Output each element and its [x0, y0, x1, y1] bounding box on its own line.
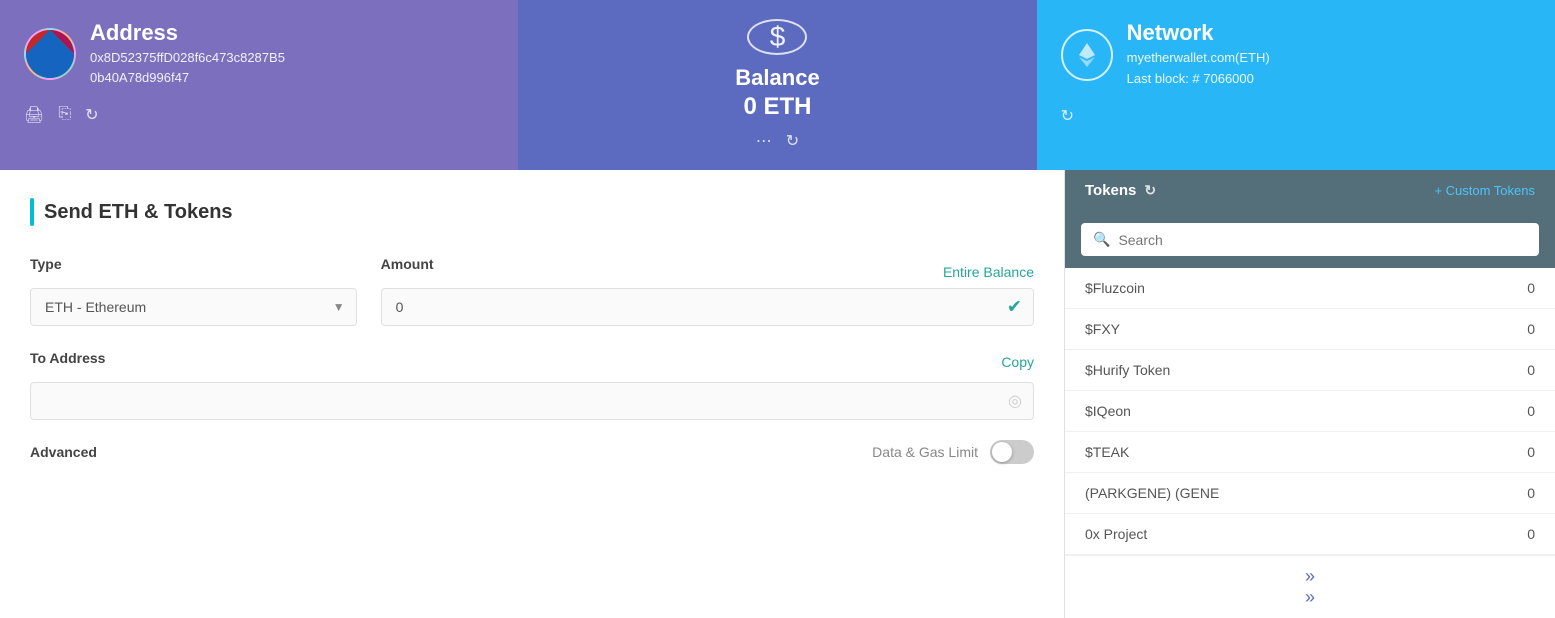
token-name: $Hurify Token — [1085, 362, 1170, 378]
more-icon[interactable]: ⋯ — [756, 131, 772, 151]
check-icon: ✔ — [1007, 297, 1022, 318]
avatar — [24, 28, 76, 80]
refresh-balance-icon[interactable]: ↻ — [786, 131, 799, 151]
token-row[interactable]: $Hurify Token 0 — [1065, 350, 1555, 391]
amount-wrapper: ✔ — [381, 288, 1034, 326]
token-name: 0x Project — [1085, 526, 1147, 542]
send-panel: Send ETH & Tokens Type Amount Entire Bal… — [0, 170, 1065, 618]
token-name: $IQeon — [1085, 403, 1131, 419]
token-row[interactable]: $FXY 0 — [1065, 309, 1555, 350]
type-label: Type — [30, 256, 357, 272]
refresh-icon[interactable]: ↻ — [85, 105, 98, 125]
tokens-title: Tokens ↻ — [1085, 182, 1156, 199]
token-name: (PARKGENE) (GENE — [1085, 485, 1219, 501]
address-text: 0x8D52375ffD028f6c473c8287B5 0b40A78d996… — [90, 48, 285, 87]
search-box: 🔍 — [1081, 223, 1539, 256]
token-row[interactable]: $Fluzcoin 0 — [1065, 268, 1555, 309]
token-name: $Fluzcoin — [1085, 280, 1145, 296]
gas-limit-toggle[interactable] — [990, 440, 1034, 464]
address-card: Address 0x8D52375ffD028f6c473c8287B5 0b4… — [0, 0, 518, 170]
tokens-panel: Tokens ↻ + Custom Tokens 🔍 $Fluzcoin 0 $… — [1065, 170, 1555, 618]
to-address-label: To Address — [30, 350, 105, 366]
network-card: Network myetherwallet.com(ETH) Last bloc… — [1037, 0, 1555, 170]
token-row[interactable]: $TEAK 0 — [1065, 432, 1555, 473]
custom-tokens-link[interactable]: + Custom Tokens — [1434, 183, 1535, 198]
entire-balance-link[interactable]: Entire Balance — [434, 262, 1034, 280]
token-amount: 0 — [1527, 403, 1535, 419]
refresh-tokens-icon[interactable]: ↻ — [1144, 182, 1156, 199]
copy-icon[interactable]: ⎘ — [58, 105, 71, 125]
to-address-wrapper: ◎ — [30, 382, 1034, 420]
advanced-label: Advanced — [30, 444, 97, 460]
chevron-down-icon[interactable]: »» — [1305, 566, 1315, 608]
type-select[interactable]: ETH - Ethereum — [30, 288, 357, 326]
amount-input[interactable] — [381, 288, 1034, 326]
token-amount: 0 — [1527, 444, 1535, 460]
copy-link[interactable]: Copy — [1001, 354, 1034, 370]
print-icon[interactable]: 🖨 — [24, 105, 44, 125]
address-title: Address — [90, 20, 285, 46]
search-input[interactable] — [1118, 232, 1527, 248]
token-amount: 0 — [1527, 526, 1535, 542]
network-info: myetherwallet.com(ETH) Last block: # 706… — [1127, 48, 1270, 90]
to-address-input[interactable] — [30, 382, 1034, 420]
token-row[interactable]: 0x Project 0 — [1065, 514, 1555, 555]
search-wrapper: 🔍 — [1065, 211, 1555, 268]
token-name: $FXY — [1085, 321, 1120, 337]
accent-bar — [30, 198, 34, 226]
section-title: Send ETH & Tokens — [44, 201, 233, 224]
token-amount: 0 — [1527, 485, 1535, 501]
token-row[interactable]: $IQeon 0 — [1065, 391, 1555, 432]
token-name: $TEAK — [1085, 444, 1129, 460]
token-amount: 0 — [1527, 321, 1535, 337]
ethereum-logo — [1061, 29, 1113, 81]
network-title: Network — [1127, 20, 1270, 46]
tokens-footer: »» — [1065, 555, 1555, 618]
balance-title: Balance — [735, 65, 819, 91]
gas-limit-label: Data & Gas Limit — [872, 444, 978, 460]
type-select-wrapper: ETH - Ethereum ▼ — [30, 288, 357, 326]
token-amount: 0 — [1527, 280, 1535, 296]
token-row[interactable]: (PARKGENE) (GENE 0 — [1065, 473, 1555, 514]
tokens-header: Tokens ↻ + Custom Tokens — [1065, 170, 1555, 211]
amount-label: Amount — [381, 256, 434, 272]
token-amount: 0 — [1527, 362, 1535, 378]
balance-card: $ Balance 0 ETH ⋯ ↻ — [518, 0, 1036, 170]
balance-amount: 0 ETH — [743, 93, 811, 121]
balance-icon: $ — [747, 19, 807, 55]
tokens-list: $Fluzcoin 0 $FXY 0 $Hurify Token 0 $IQeo… — [1065, 268, 1555, 555]
refresh-network-icon[interactable]: ↻ — [1061, 106, 1074, 126]
search-icon: 🔍 — [1093, 231, 1110, 248]
toggle-knob — [992, 442, 1012, 462]
qr-icon: ◎ — [1008, 391, 1022, 411]
